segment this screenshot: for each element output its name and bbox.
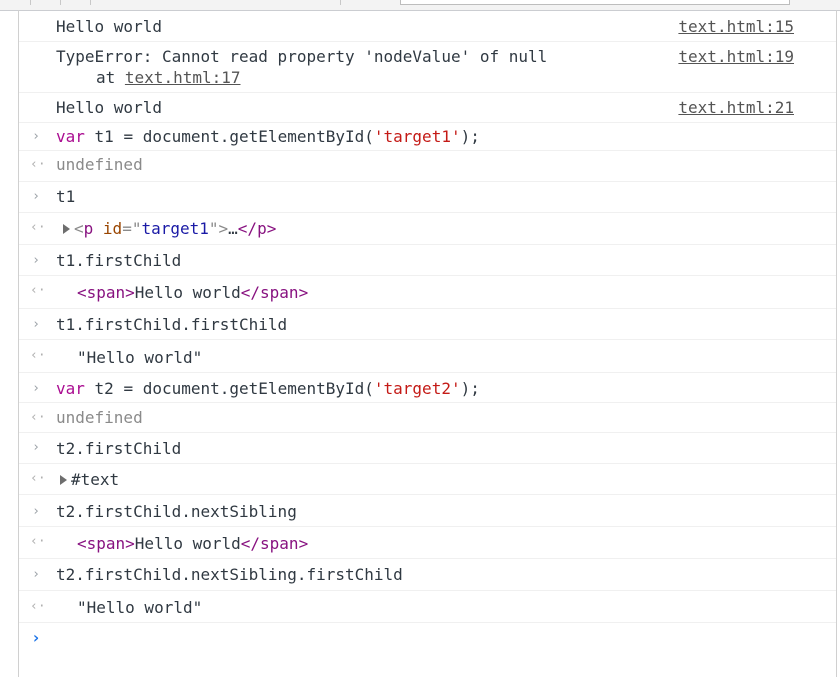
toolbar-separator — [60, 0, 61, 5]
result-text: undefined — [56, 155, 143, 174]
result-text: "Hello world" — [77, 598, 203, 617]
text-node[interactable]: #text — [71, 470, 119, 490]
expand-triangle-icon[interactable] — [60, 475, 67, 485]
element-node[interactable]: <span>Hello world</span> — [77, 283, 308, 303]
devtools-toolbar — [0, 0, 840, 11]
console-result-entry[interactable]: ‹· <span>Hello world</span> — [19, 276, 836, 309]
element-node[interactable]: <span>Hello world</span> — [77, 534, 308, 554]
console-result-entry: ‹· "Hello world" — [19, 340, 836, 373]
console-input-entry: › var t1 = document.getElementById('targ… — [19, 123, 836, 151]
console-result-entry: ‹· "Hello world" — [19, 591, 836, 623]
console-log-message: Hello world text.html:21 — [19, 93, 836, 123]
command-text: var t1 = document.getElementById('target… — [56, 127, 480, 146]
toolbar-separator — [90, 0, 91, 5]
toolbar-separator — [340, 0, 341, 5]
result-arrow-icon: ‹· — [30, 157, 46, 172]
stack-trace-link[interactable]: text.html:17 — [125, 68, 241, 87]
active-prompt-icon: › — [31, 628, 41, 647]
input-prompt-icon: › — [32, 317, 40, 332]
input-prompt-icon: › — [32, 129, 40, 144]
input-prompt-icon: › — [32, 504, 40, 519]
console-result-entry: ‹· undefined — [19, 151, 836, 182]
log-text: Hello world — [56, 17, 162, 36]
console-input-entry: › t1.firstChild — [19, 245, 836, 276]
result-arrow-icon: ‹· — [30, 410, 46, 425]
command-text: t1.firstChild.firstChild — [56, 315, 288, 334]
stack-trace-line: at text.html:17 — [96, 68, 241, 87]
source-link[interactable]: text.html:21 — [678, 98, 794, 118]
console-filter-input[interactable] — [400, 0, 790, 5]
expand-triangle-icon[interactable] — [63, 224, 70, 234]
result-arrow-icon: ‹· — [30, 471, 46, 486]
console-input-entry: › t2.firstChild — [19, 433, 836, 464]
console-result-entry[interactable]: ‹· <p id="target1">…</p> — [19, 213, 836, 245]
input-prompt-icon: › — [32, 381, 40, 396]
result-text: "Hello world" — [77, 348, 203, 367]
source-link[interactable]: text.html:15 — [678, 17, 794, 37]
command-text: t2.firstChild — [56, 439, 182, 458]
console-log-message: Hello world text.html:15 — [19, 11, 836, 42]
error-text: TypeError: Cannot read property 'nodeVal… — [56, 47, 548, 66]
command-text: t1.firstChild — [56, 251, 182, 270]
element-node[interactable]: <p id="target1">…</p> — [74, 219, 276, 239]
command-text: t2.firstChild.nextSibling.firstChild — [56, 565, 403, 584]
input-prompt-icon: › — [32, 189, 40, 204]
result-arrow-icon: ‹· — [30, 534, 46, 549]
log-text: Hello world — [56, 98, 162, 117]
result-text: undefined — [56, 408, 143, 427]
toolbar-separator — [30, 0, 31, 5]
input-prompt-icon: › — [32, 567, 40, 582]
console-prompt-input[interactable]: › — [19, 623, 836, 677]
console-input-entry: › t2.firstChild.nextSibling — [19, 495, 836, 527]
console-input-entry: › t1 — [19, 182, 836, 213]
command-text: t2.firstChild.nextSibling — [56, 502, 297, 521]
source-link[interactable]: text.html:19 — [678, 47, 794, 67]
console-result-entry: ‹· undefined — [19, 403, 836, 433]
result-arrow-icon: ‹· — [30, 599, 46, 614]
input-prompt-icon: › — [32, 253, 40, 268]
input-prompt-icon: › — [32, 440, 40, 455]
console-messages: Hello world text.html:15 TypeError: Cann… — [19, 11, 836, 677]
result-arrow-icon: ‹· — [30, 220, 46, 235]
command-text: var t2 = document.getElementById('target… — [56, 379, 480, 398]
result-arrow-icon: ‹· — [30, 348, 46, 363]
console-error-message: TypeError: Cannot read property 'nodeVal… — [19, 42, 836, 93]
result-arrow-icon: ‹· — [30, 283, 46, 298]
console-input-entry: › t2.firstChild.nextSibling.firstChild — [19, 559, 836, 591]
console-scrollbar-track[interactable] — [836, 10, 837, 677]
command-text: t1 — [56, 187, 76, 206]
console-result-entry[interactable]: ‹· #text — [19, 464, 836, 495]
console-result-entry[interactable]: ‹· <span>Hello world</span> — [19, 527, 836, 559]
console-input-entry: › var t2 = document.getElementById('targ… — [19, 373, 836, 403]
console-input-entry: › t1.firstChild.firstChild — [19, 309, 836, 340]
